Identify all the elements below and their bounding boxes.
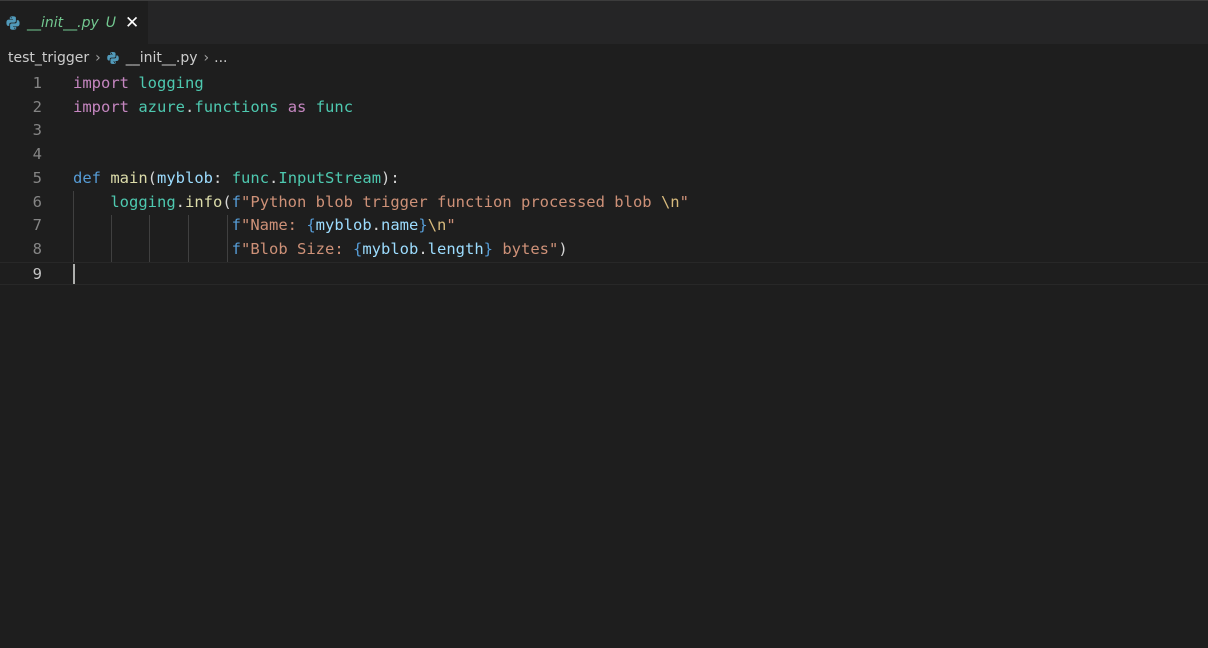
tab-title: __init__.py <box>27 15 99 31</box>
line-number: 4 <box>32 145 42 164</box>
breadcrumb-folder[interactable]: test_trigger <box>8 50 89 66</box>
chevron-right-icon: › <box>203 50 210 66</box>
code-line[interactable]: 4 <box>0 143 1208 167</box>
line-number: 2 <box>32 97 42 116</box>
line-number: 3 <box>32 121 42 140</box>
line-number: 1 <box>32 74 42 92</box>
text-cursor <box>73 263 75 284</box>
line-number: 5 <box>32 168 42 187</box>
line-number: 9 <box>32 264 42 283</box>
tab-init-py[interactable]: __init__.py U ✕ <box>0 1 148 45</box>
code-text: f"Name: {myblob.name}\n" <box>231 216 456 235</box>
close-icon[interactable]: ✕ <box>125 14 139 32</box>
python-icon <box>5 15 21 31</box>
line-number: 6 <box>32 192 42 211</box>
breadcrumb-file[interactable]: __init__.py <box>126 50 198 66</box>
code-line[interactable]: 1 import logging <box>0 72 1208 96</box>
line-number: 8 <box>32 239 42 258</box>
line-number: 7 <box>32 216 42 235</box>
untracked-badge: U <box>105 15 117 31</box>
code-line[interactable]: 2 import azure.functions as func <box>0 96 1208 120</box>
code-text: import logging <box>73 74 204 92</box>
code-text: def main(myblob: func.InputStream): <box>73 168 400 187</box>
code-line[interactable]: 3 <box>0 119 1208 143</box>
code-line[interactable]: 8 f"Blob Size: {myblob.length} bytes") <box>0 238 1208 262</box>
code-line[interactable]: 5 def main(myblob: func.InputStream): <box>0 167 1208 191</box>
tab-bar: __init__.py U ✕ <box>0 0 1208 45</box>
breadcrumb: test_trigger › __init__.py › ... <box>8 44 228 72</box>
code-text: f"Blob Size: {myblob.length} bytes") <box>231 239 568 258</box>
code-text: logging.info(f"Python blob trigger funct… <box>110 192 689 211</box>
code-line[interactable]: 7 f"Name: {myblob.name}\n" <box>0 214 1208 238</box>
python-icon <box>106 51 120 65</box>
code-line[interactable]: 6 logging.info(f"Python blob trigger fun… <box>0 191 1208 215</box>
code-line[interactable]: 9 <box>0 261 1208 286</box>
chevron-right-icon: › <box>95 50 101 66</box>
code-editor[interactable]: 1 import logging 2 import azure.functions a… <box>0 72 1208 648</box>
breadcrumb-more[interactable]: ... <box>214 50 227 66</box>
code-text: import azure.functions as func <box>73 97 354 116</box>
